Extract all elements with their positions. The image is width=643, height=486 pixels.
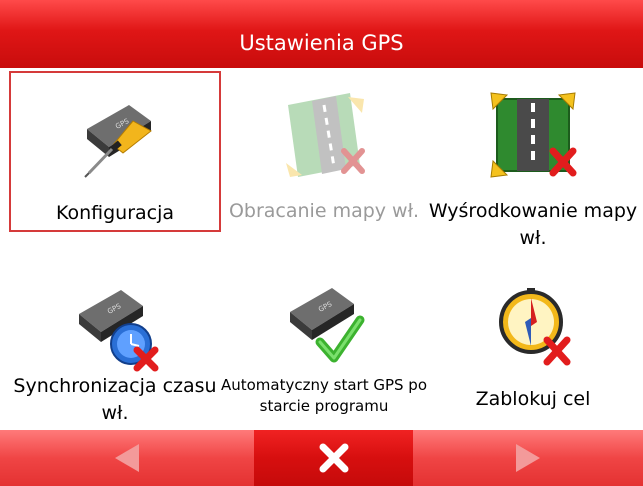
- gps-autostart-icon: GPS: [290, 288, 365, 363]
- tile-label: Zablokuj cel: [475, 388, 591, 410]
- tile-gps-autostart[interactable]: GPS Automatyczny start GPS po starcie pr…: [218, 268, 430, 430]
- close-button[interactable]: [254, 430, 413, 486]
- page-title: Ustawienia GPS: [239, 31, 404, 55]
- tile-label: Synchronizacja czasu wł.: [13, 375, 217, 424]
- tile-lock-target[interactable]: Zablokuj cel: [427, 268, 639, 430]
- tile-center-map[interactable]: Wyśrodkowanie mapy wł.: [427, 71, 639, 249]
- tile-label: Konfiguracja: [55, 202, 175, 224]
- lock-target-icon: [499, 288, 571, 366]
- tile-label: Wyśrodkowanie mapy wł.: [428, 200, 638, 249]
- close-icon: [319, 443, 348, 473]
- tile-sync-time[interactable]: GPS Synchronizacja czasu wł.: [9, 268, 221, 430]
- rotate-map-icon: [286, 93, 365, 177]
- tile-label: Automatyczny start GPS po starcie progra…: [220, 376, 428, 415]
- footer-bar: [0, 430, 643, 486]
- previous-button[interactable]: [0, 430, 254, 486]
- sync-time-icon: GPS: [79, 290, 159, 372]
- tile-rotate-map[interactable]: Obracanie mapy wł.: [218, 71, 430, 232]
- title-bar: Ustawienia GPS: [0, 0, 643, 68]
- center-map-icon: [490, 92, 577, 178]
- gps-configure-icon: GPS: [84, 105, 152, 178]
- tile-label: Obracanie mapy wł.: [228, 200, 420, 222]
- arrow-right-icon: [516, 444, 540, 472]
- settings-grid: GPS Konfiguracja Obracanie mapy wł. Wyśr…: [0, 68, 643, 430]
- arrow-left-icon: [115, 444, 139, 472]
- next-button[interactable]: [413, 430, 643, 486]
- tile-configuration[interactable]: GPS Konfiguracja: [9, 71, 221, 232]
